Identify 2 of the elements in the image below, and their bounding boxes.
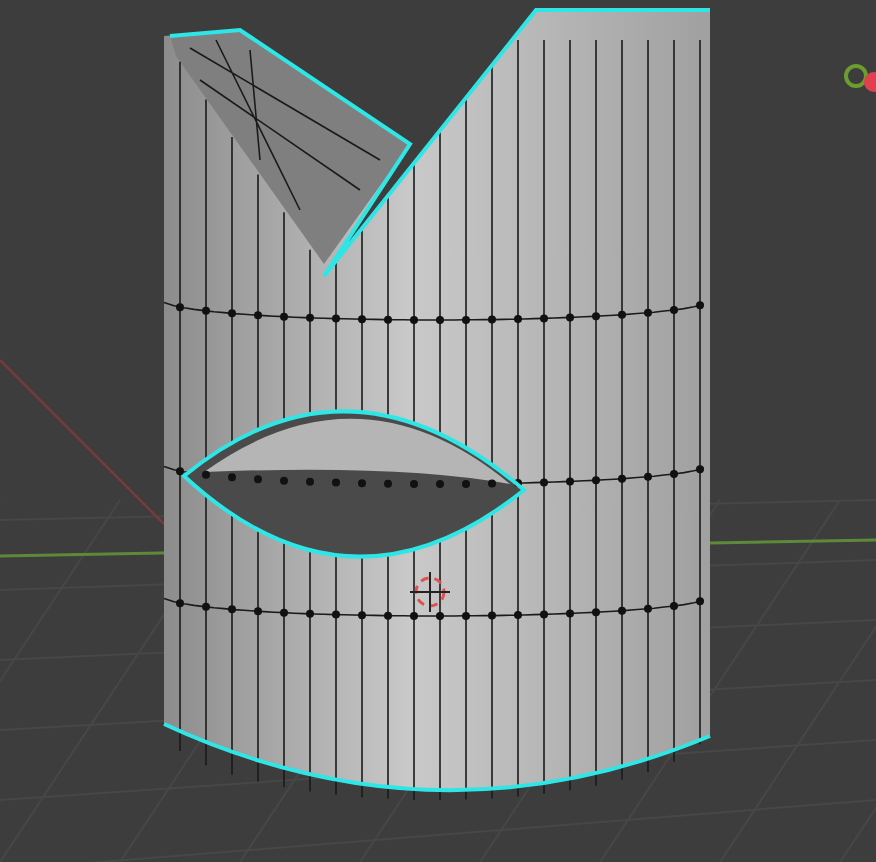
3d-cursor-icon [409,571,451,613]
axis-gizmo-drawing [844,64,876,92]
